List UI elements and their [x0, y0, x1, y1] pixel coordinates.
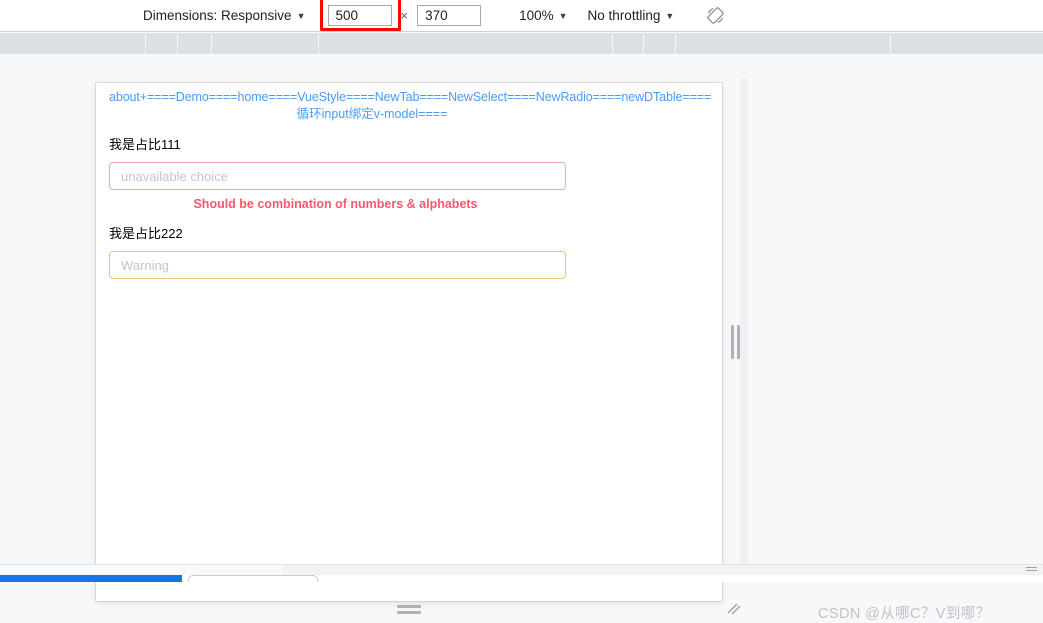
- viewport-height-input[interactable]: [417, 5, 482, 26]
- resize-handle-bottom[interactable]: [96, 601, 722, 618]
- taskbar-strip: [0, 575, 1043, 582]
- zoom-level-dropdown[interactable]: 100% ▼: [519, 8, 567, 23]
- grip-line-icon: [1026, 567, 1037, 568]
- network-throttling-label: No throttling: [587, 8, 661, 23]
- ruler-tick: [211, 33, 212, 54]
- resize-handle-corner[interactable]: [724, 601, 744, 618]
- panel-menu-icon[interactable]: [1026, 567, 1037, 573]
- chevron-down-icon: ▼: [296, 10, 306, 21]
- ruler-tick: [890, 33, 891, 54]
- grip-line-icon: [1026, 570, 1037, 571]
- device-toolbar-controls: Dimensions: Responsive ▼ × 100% ▼ No thr…: [143, 0, 726, 31]
- field-label-2: 我是占比222: [109, 226, 183, 241]
- taskbar-active-window[interactable]: [0, 575, 182, 582]
- bottom-panel-strip: [0, 564, 1043, 575]
- nav-links-line-2[interactable]: 循环input绑定v-model====: [107, 106, 637, 123]
- dimensions-preset-label: Dimensions: Responsive: [143, 8, 292, 23]
- width-field-wrapper: [319, 0, 401, 31]
- viewport-width-input[interactable]: [327, 5, 392, 26]
- ruler-tick: [177, 33, 178, 54]
- grip-line-icon: [730, 325, 734, 359]
- ruler-tick: [675, 33, 676, 54]
- ruler-tick: [318, 33, 319, 54]
- chevron-down-icon: ▼: [558, 10, 568, 21]
- diagonal-resize-icon: [727, 603, 741, 615]
- taskbar-inactive-window[interactable]: [188, 575, 318, 582]
- bottom-panel-left-section: [0, 565, 283, 575]
- field-label-1: 我是占比111: [109, 137, 181, 152]
- unavailable-choice-input[interactable]: [109, 162, 566, 190]
- nav-links-line-1[interactable]: about+====Demo====home====VueStyle====Ne…: [107, 83, 722, 106]
- ruler-tick: [145, 33, 146, 54]
- ruler-tick: [612, 33, 613, 54]
- grip-line-icon: [736, 325, 740, 359]
- device-viewport-stage: about+====Demo====home====VueStyle====Ne…: [0, 54, 1043, 622]
- chevron-down-icon: ▼: [665, 10, 675, 21]
- csdn-watermark: CSDN @从哪C？V到哪？: [818, 606, 991, 622]
- device-frame: about+====Demo====home====VueStyle====Ne…: [96, 83, 722, 601]
- dimensions-times-separator: ×: [400, 8, 409, 23]
- dimensions-preset-dropdown[interactable]: Dimensions: Responsive ▼: [143, 8, 306, 23]
- rotate-device-button[interactable]: [704, 5, 726, 27]
- field-error-message-1: Should be combination of numbers & alpha…: [193, 197, 478, 211]
- zoom-level-label: 100%: [519, 8, 554, 23]
- device-ruler-band[interactable]: [0, 33, 1043, 54]
- ruler-tick: [643, 33, 644, 54]
- network-throttling-dropdown[interactable]: No throttling ▼: [588, 8, 675, 23]
- grip-line-icon: [397, 605, 421, 608]
- devtools-device-toolbar: Dimensions: Responsive ▼ × 100% ▼ No thr…: [0, 0, 1043, 32]
- warning-input[interactable]: [109, 251, 566, 279]
- grip-line-icon: [397, 611, 421, 614]
- resize-handle-right[interactable]: [726, 83, 744, 601]
- rotate-device-icon: [707, 7, 724, 24]
